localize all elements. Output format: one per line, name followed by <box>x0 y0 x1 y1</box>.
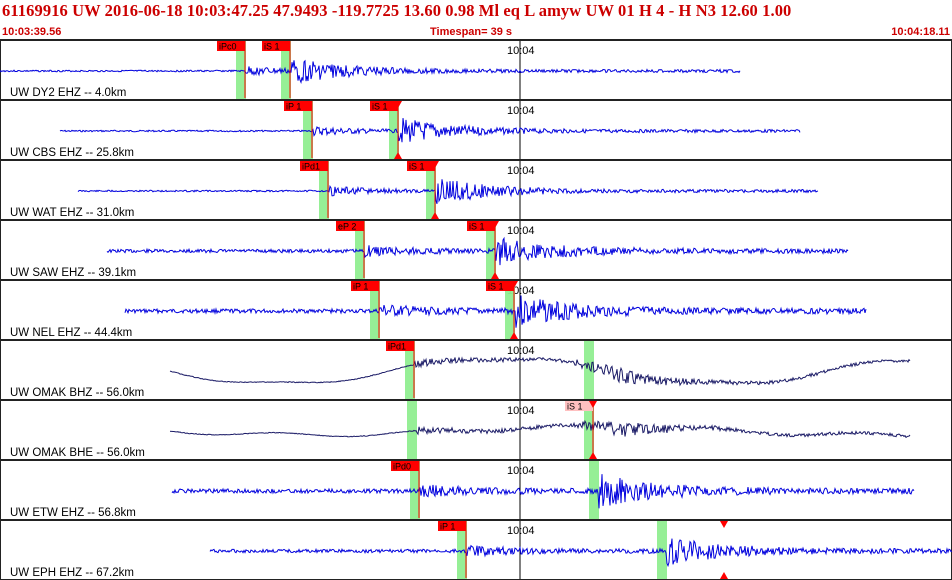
station-label: UW EPH EHZ -- 67.2km <box>10 567 134 579</box>
station-label: UW WAT EHZ -- 31.0km <box>10 207 134 219</box>
waveform-trace <box>124 295 867 328</box>
waveform-trace <box>77 179 819 204</box>
time-tick-label: 10:04 <box>507 465 535 477</box>
pick-label: iP 1 <box>440 522 455 532</box>
pick-label: iS 1 <box>372 102 388 112</box>
trace-panel[interactable]: 10:04 iP 1 UW EPH EHZ -- 67.2km <box>0 520 952 580</box>
pick-window <box>584 341 594 399</box>
pick-label: eP 2 <box>338 222 356 232</box>
trace-panel[interactable]: 10:04 iPc0 iS 1 UW DY2 EHZ -- 4.0km <box>0 40 952 100</box>
pick-marker-top[interactable] <box>720 521 728 528</box>
seismogram-panels[interactable]: 10:04 iPc0 iS 1 UW DY2 EHZ -- 4.0km 10:04 iP … <box>0 0 952 580</box>
trace-panel[interactable]: 10:04 iP 1 iS 1 UW CBS EHZ -- 25.8km <box>0 100 952 160</box>
trace-panel[interactable]: 10:04 iS 1 UW OMAK BHE -- 56.0km <box>0 400 952 460</box>
waveform-trace <box>0 59 741 84</box>
pick-label: iS 1 <box>488 282 504 292</box>
pick-label: iPd1 <box>388 342 406 352</box>
waveform-trace <box>209 538 952 568</box>
station-label: UW CBS EHZ -- 25.8km <box>10 147 134 159</box>
panel-frame <box>0 40 952 100</box>
time-tick-label: 10:04 <box>507 525 535 537</box>
waveform-trace <box>169 356 911 387</box>
trace-panel[interactable]: 10:04 iPd1 iS 1 UW WAT EHZ -- 31.0km <box>0 160 952 220</box>
trace-panel[interactable]: 10:04 eP 2 iS 1 UW SAW EHZ -- 39.1km <box>0 220 952 280</box>
waveform-trace <box>169 419 911 439</box>
station-label: UW OMAK BHZ -- 56.0km <box>10 387 144 399</box>
pick-label: iS 1 <box>469 222 485 232</box>
time-tick-label: 10:04 <box>507 405 535 417</box>
pick-label: iS 1 <box>264 42 280 52</box>
station-label: UW OMAK BHE -- 56.0km <box>10 447 145 459</box>
pick-label: iS 1 <box>567 402 583 412</box>
pick-label: iP 1 <box>286 102 301 112</box>
trace-panel[interactable]: 10:04 iPd0 UW ETW EHZ -- 56.8km <box>0 460 952 520</box>
time-tick-label: 10:04 <box>507 225 535 237</box>
pick-label: iP 1 <box>353 282 368 292</box>
pick-label: iS 1 <box>409 162 425 172</box>
waveform-trace <box>171 474 915 509</box>
station-label: UW SAW EHZ -- 39.1km <box>10 267 136 279</box>
waveform-trace <box>106 236 849 266</box>
time-tick-label: 10:04 <box>507 345 535 357</box>
station-label: UW NEL EHZ -- 44.4km <box>10 327 132 339</box>
pick-label: iPc0 <box>219 42 237 52</box>
panel-frame <box>0 460 952 520</box>
waveform-trace <box>59 118 801 143</box>
pick-label: iPd1 <box>302 162 320 172</box>
pick-window <box>407 401 417 459</box>
trace-panel[interactable]: 10:04iP 1 iS 1UW NEL EHZ -- 44.4km <box>0 280 952 340</box>
station-label: UW DY2 EHZ -- 4.0km <box>10 87 126 99</box>
time-tick-label: 10:04 <box>507 105 535 117</box>
time-tick-label: 10:04 <box>507 45 535 57</box>
station-label: UW ETW EHZ -- 56.8km <box>10 507 136 519</box>
pick-marker-bottom[interactable] <box>720 572 728 579</box>
panel-frame <box>0 100 952 160</box>
time-tick-label: 10:04 <box>507 165 535 177</box>
pick-label: iPd0 <box>393 462 411 472</box>
trace-panel[interactable]: 10:04 iPd1 UW OMAK BHZ -- 56.0km <box>0 340 952 400</box>
